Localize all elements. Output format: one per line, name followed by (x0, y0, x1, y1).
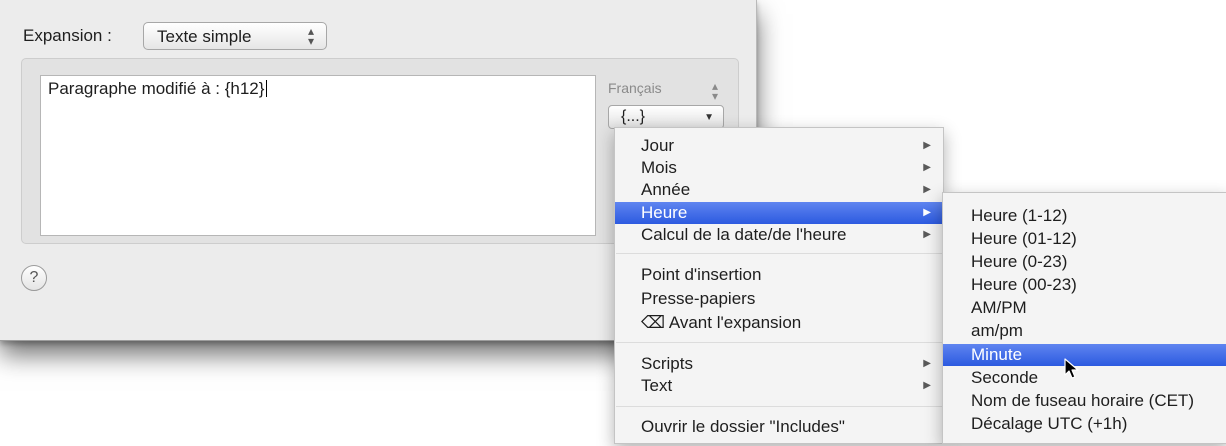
submenu-item-am-pm-lower[interactable]: am/pm (943, 320, 1226, 342)
placeholder-menu: Jour ▶ Mois ▶ Année ▶ Heure ▶ Calcul de la d… (614, 127, 944, 444)
menu-item-scripts[interactable]: Scripts ▶ (615, 353, 943, 375)
menu-item-presse-papiers[interactable]: Presse-papiers (615, 288, 943, 310)
menu-item-ouvrir-dossier-includes[interactable]: Ouvrir le dossier "Includes" (615, 416, 943, 438)
submenu-arrow-icon: ▶ (923, 358, 931, 369)
menu-separator (616, 406, 942, 407)
menu-item-jour[interactable]: Jour ▶ (615, 135, 943, 157)
submenu-item-heure-01-12[interactable]: Heure (01-12) (943, 228, 1226, 250)
submenu-arrow-icon: ▶ (923, 380, 931, 391)
help-button[interactable]: ? (21, 265, 47, 291)
submenu-item-seconde[interactable]: Seconde (943, 367, 1226, 389)
submenu-item-heure-00-23[interactable]: Heure (00-23) (943, 274, 1226, 296)
submenu-arrow-icon: ▶ (923, 207, 931, 218)
menu-item-calcul-date-heure[interactable]: Calcul de la date/de l'heure ▶ (615, 224, 943, 246)
up-down-arrows-icon: ▴ ▾ (711, 79, 718, 103)
up-down-arrows-icon: ▴ ▾ (307, 24, 314, 48)
text-caret (266, 80, 268, 97)
expansion-label: Expansion : (23, 26, 112, 45)
mouse-pointer-icon (1064, 358, 1079, 379)
snippet-text-editor[interactable]: Paragraphe modifié à : {h12} (40, 75, 596, 236)
expansion-select-value: Texte simple (157, 27, 252, 46)
submenu-item-fuseau-horaire[interactable]: Nom de fuseau horaire (CET) (943, 390, 1226, 412)
chevron-down-icon: ▼ (704, 112, 714, 123)
insert-placeholder-label: {...} (621, 108, 646, 125)
snippet-text: Paragraphe modifié à : {h12} (48, 79, 265, 98)
menu-item-mois[interactable]: Mois ▶ (615, 157, 943, 179)
language-select-value: Français (608, 80, 662, 96)
submenu-arrow-icon: ▶ (923, 140, 931, 151)
language-select[interactable]: Français ▴ ▾ (608, 80, 724, 104)
insert-placeholder-button[interactable]: {...} ▼ (608, 105, 724, 129)
menu-separator (616, 253, 942, 254)
submenu-item-am-pm-upper[interactable]: AM/PM (943, 297, 1226, 319)
submenu-arrow-icon: ▶ (923, 184, 931, 195)
menu-separator (616, 342, 942, 343)
heure-submenu: Heure (1-12) Heure (01-12) Heure (0-23) … (942, 192, 1226, 444)
submenu-item-decalage-utc[interactable]: Décalage UTC (+1h) (943, 413, 1226, 435)
submenu-arrow-icon: ▶ (923, 162, 931, 173)
menu-item-heure[interactable]: Heure ▶ (615, 202, 943, 224)
menu-item-annee[interactable]: Année ▶ (615, 179, 943, 201)
expansion-select[interactable]: Texte simple ▴ ▾ (143, 22, 327, 50)
submenu-item-heure-1-12[interactable]: Heure (1-12) (943, 205, 1226, 227)
menu-item-text[interactable]: Text ▶ (615, 375, 943, 397)
submenu-arrow-icon: ▶ (923, 229, 931, 240)
submenu-item-heure-0-23[interactable]: Heure (0-23) (943, 251, 1226, 273)
menu-item-avant-expansion[interactable]: ⌫ Avant l'expansion (615, 312, 943, 334)
submenu-item-minute[interactable]: Minute (943, 344, 1226, 366)
menu-item-point-insertion[interactable]: Point d'insertion (615, 264, 943, 286)
